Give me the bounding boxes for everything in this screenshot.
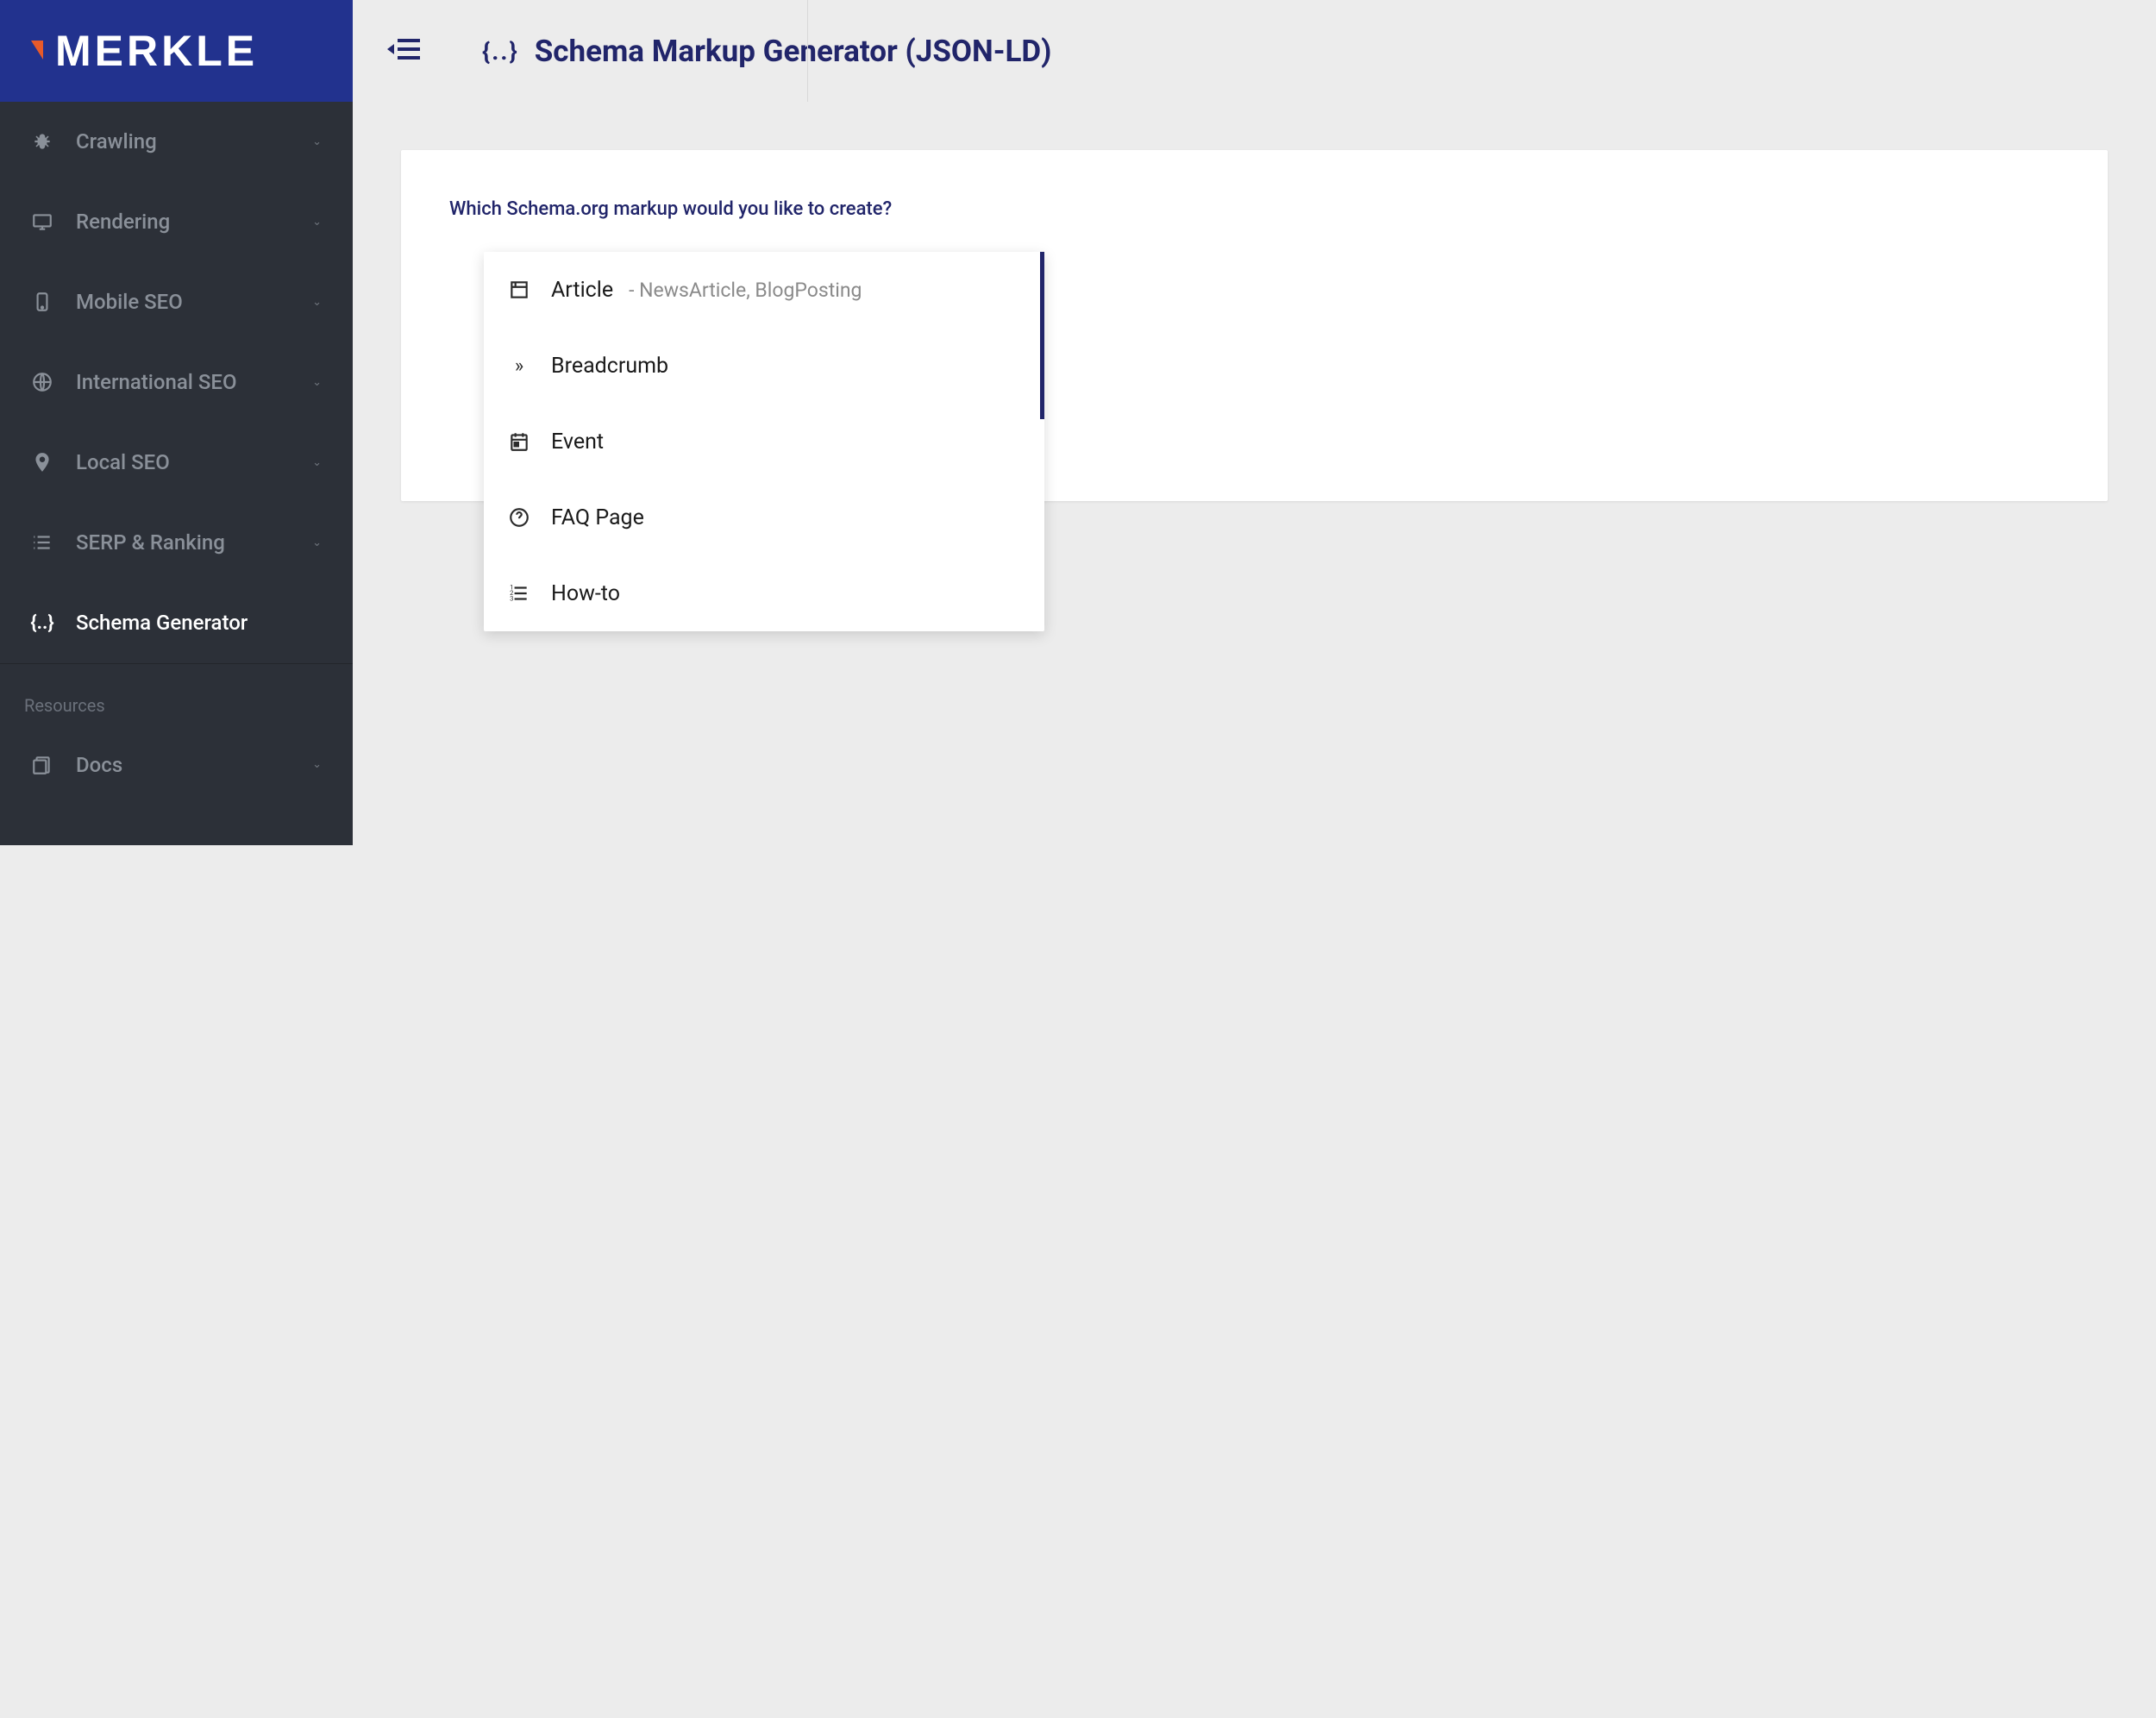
svg-text:3: 3 [510, 595, 513, 603]
braces-icon: {..} [31, 611, 53, 634]
chevron-down-icon: ⌄ [312, 376, 322, 389]
option-event[interactable]: Event [484, 404, 1044, 480]
sidebar-item-international-seo[interactable]: International SEO ⌄ [0, 342, 353, 423]
sidebar-item-schema-generator[interactable]: {..} Schema Generator [0, 583, 353, 663]
scrollbar[interactable] [1040, 252, 1044, 419]
monitor-icon [31, 210, 53, 233]
main-content: Which Schema.org markup would you like t… [353, 102, 2156, 1718]
bug-icon [31, 130, 53, 153]
braces-icon: {..} [482, 37, 519, 66]
option-label: Event [551, 430, 604, 455]
option-label: Article [551, 278, 613, 303]
docs-icon [31, 754, 53, 776]
chevron-down-icon: ⌄ [312, 758, 322, 771]
logo[interactable]: MERKLE [31, 26, 258, 76]
list-icon [31, 531, 53, 554]
logo-text: MERKLE [55, 26, 258, 76]
calendar-icon [508, 430, 530, 453]
sidebar: MERKLE Crawling ⌄ Rendering ⌄ Mobile SEO… [0, 0, 353, 845]
sidebar-item-crawling[interactable]: Crawling ⌄ [0, 102, 353, 182]
sidebar-item-label: Crawling [76, 129, 312, 154]
chevron-down-icon: ⌄ [312, 296, 322, 309]
sidebar-item-label: International SEO [76, 370, 312, 394]
sidebar-item-mobile-seo[interactable]: Mobile SEO ⌄ [0, 262, 353, 342]
mobile-icon [31, 291, 53, 313]
collapse-sidebar-button[interactable] [353, 0, 454, 102]
chevron-down-icon: ⌄ [312, 135, 322, 148]
option-howto[interactable]: 123 How-to [484, 555, 1044, 631]
resources-heading: Resources [0, 664, 353, 735]
divider [807, 0, 808, 102]
sidebar-item-label: Mobile SEO [76, 290, 312, 314]
option-subtext: - NewsArticle, BlogPosting [629, 279, 862, 302]
pin-icon [31, 451, 53, 473]
chevron-down-icon: ⌄ [312, 216, 322, 229]
chevron-down-icon: ⌄ [312, 456, 322, 469]
sidebar-item-label: Local SEO [76, 450, 312, 474]
help-icon [508, 506, 530, 529]
option-article[interactable]: Article - NewsArticle, BlogPosting [484, 252, 1044, 328]
sidebar-item-label: Schema Generator [76, 611, 322, 635]
globe-icon [31, 371, 53, 393]
sidebar-item-serp-ranking[interactable]: SERP & Ranking ⌄ [0, 503, 353, 583]
chevron-down-icon: ⌄ [312, 536, 322, 549]
option-breadcrumb[interactable]: » Breadcrumb [484, 328, 1044, 404]
option-label: FAQ Page [551, 505, 644, 530]
article-icon [508, 279, 530, 301]
sidebar-item-label: SERP & Ranking [76, 530, 312, 555]
nav: Crawling ⌄ Rendering ⌄ Mobile SEO ⌄ Inte… [0, 102, 353, 845]
prompt-text: Which Schema.org markup would you like t… [449, 198, 2059, 220]
sidebar-item-rendering[interactable]: Rendering ⌄ [0, 182, 353, 262]
schema-select-card: Which Schema.org markup would you like t… [401, 150, 2108, 501]
schema-dropdown[interactable]: Article - NewsArticle, BlogPosting » Bre… [484, 252, 1044, 631]
option-label: How-to [551, 581, 620, 606]
option-label: Breadcrumb [551, 354, 668, 379]
collapse-icon [385, 35, 422, 66]
steps-icon: 123 [508, 582, 530, 605]
option-faq-page[interactable]: FAQ Page [484, 480, 1044, 555]
sidebar-item-docs[interactable]: Docs ⌄ [0, 735, 353, 795]
logo-bar: MERKLE [0, 0, 353, 102]
topbar: {..} Schema Markup Generator (JSON-LD) [353, 0, 2156, 102]
sidebar-item-local-seo[interactable]: Local SEO ⌄ [0, 423, 353, 503]
arrows-icon: » [508, 354, 530, 377]
page-title-wrap: {..} Schema Markup Generator (JSON-LD) [482, 34, 1051, 69]
sidebar-item-label: Docs [76, 753, 312, 777]
sidebar-item-label: Rendering [76, 210, 312, 234]
page-title: Schema Markup Generator (JSON-LD) [535, 34, 1052, 69]
